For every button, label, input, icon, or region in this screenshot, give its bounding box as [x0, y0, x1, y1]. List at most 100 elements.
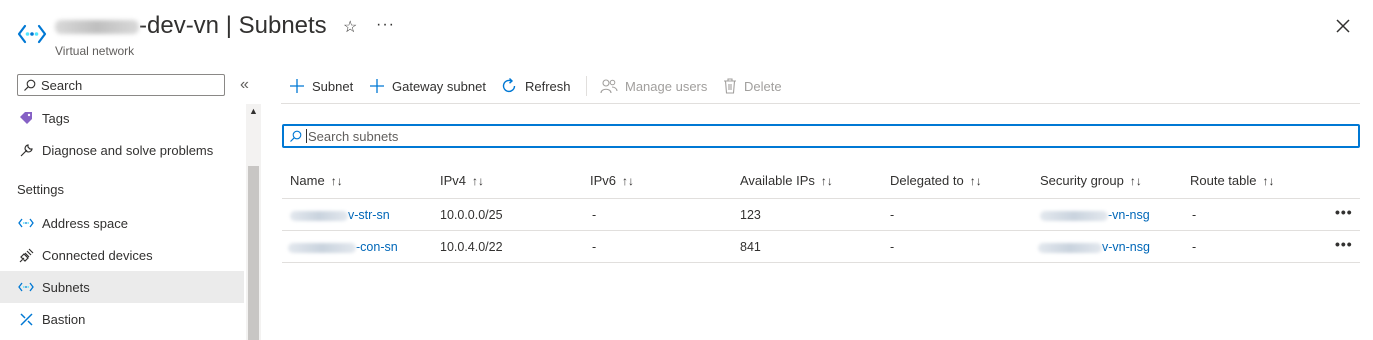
sidebar-item-address-space[interactable]: Address space [0, 207, 244, 239]
title-page-name: Subnets [238, 12, 327, 39]
scrollbar-thumb[interactable] [248, 166, 259, 340]
trash-icon [724, 78, 736, 94]
column-header-ipv6[interactable]: IPv6 ↑↓ [590, 173, 634, 188]
redacted-text [288, 242, 356, 253]
table-row-1-delegated-to: - [890, 208, 895, 222]
sort-icon: ↑↓ [969, 174, 982, 188]
redacted-text [55, 19, 139, 34]
redacted-text [1040, 210, 1108, 221]
title-resource-name: -dev-vn [139, 12, 220, 39]
double-chevron-left-icon[interactable]: « [240, 76, 249, 94]
sort-icon: ↑↓ [1129, 174, 1142, 188]
plus-icon [370, 79, 384, 93]
sidebar-item-connected-devices[interactable]: Connected devices [0, 239, 244, 271]
sidebar-section-settings: Settings [17, 182, 64, 197]
row-more-actions-icon[interactable]: ••• [1335, 204, 1353, 220]
table-row-2-security-group[interactable]: v-vn-nsg [1038, 240, 1150, 254]
column-header-label: Name [290, 173, 325, 188]
table-row-divider [282, 262, 1360, 263]
column-header-route-table[interactable]: Route table ↑↓ [1190, 173, 1275, 188]
page-title: -dev-vn | Subnets [55, 12, 327, 40]
search-icon [24, 79, 36, 91]
column-header-security-group[interactable]: Security group ↑↓ [1040, 173, 1142, 188]
column-header-label: Available IPs [740, 173, 815, 188]
add-gateway-subnet-button[interactable]: Gateway subnet [369, 76, 486, 96]
table-row-1-route-table: - [1192, 208, 1197, 222]
page-subtitle: Virtual network [55, 44, 135, 58]
refresh-button[interactable]: Refresh [500, 76, 571, 96]
scroll-up-arrow-icon[interactable]: ▲ [246, 104, 261, 118]
column-header-label: IPv6 [590, 173, 617, 188]
sidebar-item-label: Tags [42, 110, 70, 126]
add-gateway-subnet-label: Gateway subnet [392, 78, 486, 94]
close-icon[interactable] [1334, 17, 1352, 35]
security-group-link[interactable]: -vn-nsg [1108, 208, 1150, 222]
add-subnet-label: Subnet [312, 78, 354, 94]
column-header-delegated-to[interactable]: Delegated to ↑↓ [890, 173, 982, 188]
sort-icon: ↑↓ [1262, 174, 1275, 188]
sort-icon: ↑↓ [472, 174, 485, 188]
delete-label: Delete [744, 78, 782, 94]
column-header-label: Security group [1040, 173, 1124, 188]
sidebar-item-label: Bastion [42, 311, 86, 327]
vnet-icon [17, 214, 35, 232]
tag-icon [17, 109, 35, 127]
bastion-icon [17, 310, 35, 328]
table-row-1-ipv4: 10.0.0.0/25 [440, 208, 503, 222]
star-icon[interactable]: ☆ [343, 17, 357, 37]
column-header-ipv4[interactable]: IPv4 ↑↓ [440, 173, 484, 188]
sort-icon: ↑↓ [820, 174, 833, 188]
table-row-1-ipv6: - [592, 208, 597, 222]
refresh-icon [502, 78, 516, 93]
sidebar-item-bastion[interactable]: Bastion [0, 303, 244, 335]
sidebar-item-diagnose[interactable]: Diagnose and solve problems [0, 134, 244, 166]
ellipsis-icon[interactable]: ··· [376, 16, 395, 34]
refresh-label: Refresh [525, 78, 571, 94]
table-row-2-ipv4: 10.0.4.0/22 [440, 240, 503, 254]
sidebar-item-label: Connected devices [42, 247, 153, 263]
table-row-2-delegated-to: - [890, 240, 895, 254]
redacted-text [290, 210, 348, 221]
sidebar-item-tags[interactable]: Tags [0, 102, 244, 134]
search-icon [290, 130, 302, 142]
search-subnets-placeholder: Search subnets [308, 128, 399, 144]
table-row-2-ipv6: - [592, 240, 597, 254]
column-header-name[interactable]: Name ↑↓ [290, 173, 343, 188]
plug-icon [17, 246, 35, 264]
sidebar-item-label: Diagnose and solve problems [42, 142, 214, 158]
title-separator: | [219, 12, 239, 39]
table-header-divider [282, 198, 1360, 199]
column-header-label: Delegated to [890, 173, 964, 188]
subnet-name-link[interactable]: v-str-sn [348, 208, 390, 222]
toolbar-separator [586, 76, 587, 96]
table-row-1-available-ips: 123 [740, 208, 761, 222]
sort-icon: ↑↓ [622, 174, 635, 188]
manage-users-button[interactable]: Manage users [600, 76, 707, 96]
column-header-label: Route table [1190, 173, 1257, 188]
plus-icon [290, 79, 304, 93]
table-row-1-name[interactable]: v-str-sn [290, 208, 390, 222]
sidebar-item-subnets[interactable]: Subnets [0, 271, 244, 303]
redacted-text [1038, 242, 1102, 253]
delete-button[interactable]: Delete [723, 76, 782, 96]
virtual-network-icon [17, 24, 47, 44]
toolbar-divider [281, 103, 1360, 104]
security-group-link[interactable]: v-vn-nsg [1102, 240, 1150, 254]
users-icon [600, 79, 618, 94]
search-subnets-input[interactable]: Search subnets [282, 124, 1360, 148]
sidebar-item-label: Address space [42, 215, 128, 231]
subnet-name-link[interactable]: -con-sn [356, 240, 398, 254]
add-subnet-button[interactable]: Subnet [289, 76, 353, 96]
table-row-2-name[interactable]: -con-sn [288, 240, 398, 254]
column-header-label: IPv4 [440, 173, 467, 188]
sidebar-search-input[interactable]: Search [17, 74, 225, 96]
table-row-2-route-table: - [1192, 240, 1197, 254]
row-more-actions-icon[interactable]: ••• [1335, 236, 1353, 252]
table-row-1-security-group[interactable]: -vn-nsg [1040, 208, 1150, 222]
sidebar-search-placeholder: Search [41, 77, 83, 93]
manage-users-label: Manage users [625, 78, 708, 94]
sort-icon: ↑↓ [330, 174, 343, 188]
column-header-available-ips[interactable]: Available IPs ↑↓ [740, 173, 833, 188]
sidebar-item-label: Subnets [42, 279, 90, 295]
text-caret [306, 129, 307, 143]
